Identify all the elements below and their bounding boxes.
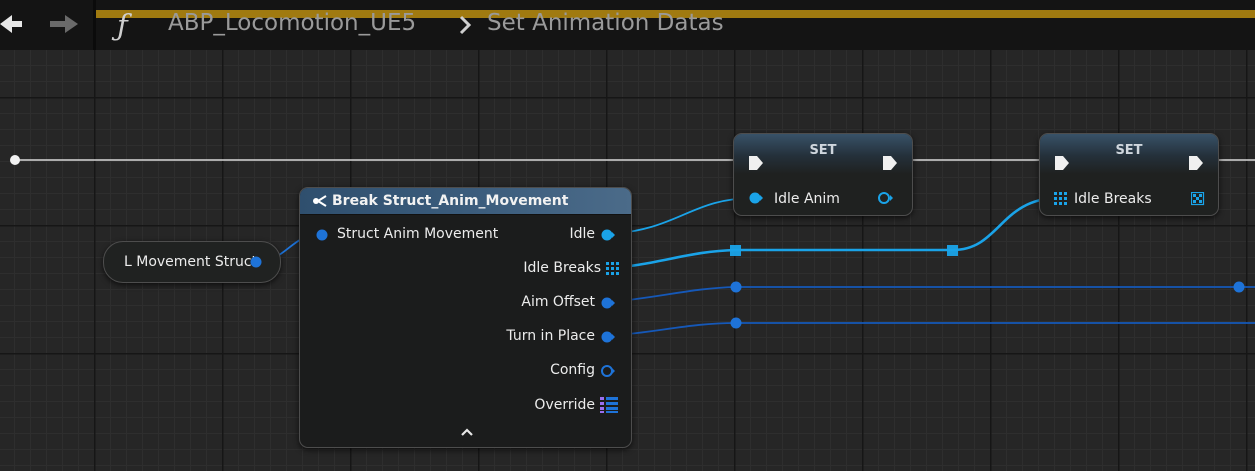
graph-toolbar: ƒ ABP_Locomotion_UE5 Set Animation Datas — [0, 0, 1255, 50]
reroute-array-2 — [947, 245, 958, 256]
turn-in-place-wire — [607, 322, 1255, 337]
reroute-turn-in-place — [730, 317, 742, 329]
break-struct-title: Break Struct_Anim_Movement — [332, 193, 569, 209]
set-idle-anim-node[interactable]: SET Idle Anim — [733, 133, 913, 216]
struct-input-pin[interactable] — [315, 228, 329, 242]
forward-arrow-icon[interactable] — [48, 13, 78, 35]
variable-label: L Movement Struct — [124, 254, 258, 270]
config-output-pin[interactable] — [600, 364, 616, 378]
toolbar-separator — [93, 0, 96, 50]
idle-breaks-output-pin[interactable] — [1191, 192, 1205, 206]
idle-anim-output-pin[interactable] — [877, 191, 894, 205]
config-pin-label: Config — [550, 362, 595, 378]
aim-offset-output-pin[interactable] — [600, 296, 616, 310]
exec-input-pin[interactable] — [748, 154, 764, 172]
struct-output-pin[interactable] — [249, 255, 263, 269]
exec-reroute — [10, 155, 20, 165]
idle-breaks-pin-label: Idle Breaks — [523, 260, 601, 276]
exec-output-pin[interactable] — [1188, 154, 1204, 172]
idle-anim-input-pin[interactable] — [748, 191, 764, 205]
idle-pin-label: Idle — [569, 226, 595, 242]
turn-in-place-pin-label: Turn in Place — [506, 328, 595, 344]
reroute-aim-offset — [730, 281, 742, 293]
exec-output-pin[interactable] — [882, 154, 898, 172]
idle-output-pin[interactable] — [600, 228, 616, 242]
idle-breaks-label: Idle Breaks — [1074, 191, 1152, 207]
breadcrumb-chevron-icon — [459, 15, 472, 35]
turn-in-place-output-pin[interactable] — [600, 330, 616, 344]
aim-offset-wire — [607, 286, 1255, 303]
function-icon: ƒ — [117, 8, 128, 42]
idle-breaks-input-pin[interactable] — [1054, 192, 1068, 206]
break-struct-icon — [313, 195, 327, 207]
override-pin-label: Override — [534, 397, 595, 413]
breadcrumb-blueprint[interactable]: ABP_Locomotion_UE5 — [168, 10, 416, 36]
breadcrumb-function[interactable]: Set Animation Datas — [487, 10, 724, 36]
idle-anim-label: Idle Anim — [774, 191, 840, 207]
reroute-array-1 — [730, 245, 741, 256]
set-idle-breaks-node[interactable]: SET Idle Breaks — [1039, 133, 1219, 216]
exec-input-pin[interactable] — [1054, 154, 1070, 172]
override-map-pin[interactable] — [600, 396, 618, 414]
aim-offset-pin-label: Aim Offset — [521, 294, 595, 310]
movement-struct-variable-node[interactable]: L Movement Struct — [103, 241, 281, 283]
reroute-aim-offset-right — [1233, 281, 1245, 293]
break-struct-node[interactable]: Break Struct_Anim_Movement Struct Anim M… — [299, 187, 632, 448]
collapse-chevron-icon[interactable] — [460, 427, 474, 437]
back-arrow-icon[interactable] — [0, 13, 22, 35]
break-struct-header: Break Struct_Anim_Movement — [300, 188, 631, 215]
idle-breaks-array-pin[interactable] — [606, 262, 620, 276]
